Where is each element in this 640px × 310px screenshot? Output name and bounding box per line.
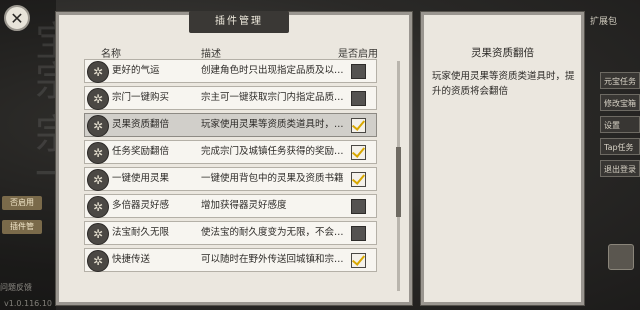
plugin-desc: 增加获得器灵好感度 [201,200,287,211]
plugin-name: 一键使用灵果 [112,173,170,184]
plugin-list: ✲ 更好的气运 创建角色时只出现指定品质及以上… ✲ 宗门一键购买 宗主可一键获… [84,59,377,275]
gear-icon: ✲ [87,223,109,245]
plugin-row[interactable]: ✲ 快捷传送 可以随时在野外传送回城镇和宗… [84,248,377,272]
plugin-desc: 一键使用背包中的灵果及资质书籍 [201,173,344,184]
plugin-manager-panel: 插件管理 名称 描述 是否启用 ✲ 更好的气运 创建角色时只出现指定品质及以上…… [56,11,412,305]
plugin-name: 任务奖励翻倍 [112,146,170,157]
plugin-desc: 创建角色时只出现指定品质及以上… [201,65,351,76]
gear-icon: ✲ [87,169,109,191]
close-icon: ✕ [10,8,24,28]
enable-checkbox[interactable] [351,253,366,268]
right-menu-item[interactable]: 修改宝箱 [600,94,640,111]
enable-checkbox[interactable] [351,64,366,79]
background-tag-enabled: 否启用 [2,196,42,210]
plugin-row[interactable]: ✲ 法宝耐久无限 使法宝的耐久度变为无限，不会… [84,221,377,245]
column-header-name: 名称 [101,49,121,60]
plugin-desc: 宗主可一键获取宗门内指定品质… [201,92,344,103]
background-tag-plugin: 插件管 [2,220,42,234]
detail-description: 玩家使用灵果等资质类道具时，提升的资质将会翻倍 [432,71,575,97]
plugin-row[interactable]: ✲ 更好的气运 创建角色时只出现指定品质及以上… [84,59,377,83]
gear-icon: ✲ [87,88,109,110]
column-header-desc: 描述 [201,49,221,60]
right-menu-item[interactable]: 退出登录 [600,160,640,177]
enable-checkbox[interactable] [351,91,366,106]
panel-title: 插件管理 [189,11,289,33]
right-menu-item[interactable]: 设置 [600,116,640,133]
column-header-enabled: 是否启用 [338,49,378,60]
gear-icon: ✲ [87,61,109,83]
plugin-row[interactable]: ✲ 灵果资质翻倍 玩家使用灵果等资质类道具时，… [84,113,377,137]
plugin-desc: 完成宗门及城镇任务获得的奖励… [201,146,344,157]
enable-checkbox[interactable] [351,118,366,133]
plugin-name: 更好的气运 [112,65,160,76]
enable-checkbox[interactable] [351,172,366,187]
plugin-desc: 玩家使用灵果等资质类道具时，… [201,119,344,130]
gear-icon: ✲ [87,115,109,137]
plugin-name: 多倍器灵好感 [112,200,170,211]
plugin-desc: 可以随时在野外传送回城镇和宗… [201,254,344,265]
plugin-name: 快捷传送 [112,254,151,265]
detail-title: 灵果资质翻倍 [471,47,534,59]
feedback-label[interactable]: 问题反馈 [0,282,50,294]
plugin-row[interactable]: ✲ 任务奖励翻倍 完成宗门及城镇任务获得的奖励… [84,140,377,164]
right-menu-item[interactable]: Tap任务 [600,138,640,155]
plugin-name: 法宝耐久无限 [112,227,170,238]
plugin-row[interactable]: ✲ 一键使用灵果 一键使用背包中的灵果及资质书籍 [84,167,377,191]
expansion-pack-label[interactable]: 扩展包 [590,14,617,27]
gear-icon: ✲ [87,250,109,272]
plugin-row[interactable]: ✲ 多倍器灵好感 增加获得器灵好感度 [84,194,377,218]
plugin-desc: 使法宝的耐久度变为无限，不会… [201,227,344,238]
version-label: v1.0.116.10 [4,299,52,308]
plugin-name: 宗门一键购买 [112,92,170,103]
enable-checkbox[interactable] [351,145,366,160]
plugin-detail-panel: 灵果资质翻倍 玩家使用灵果等资质类道具时，提升的资质将会翻倍 [421,12,584,305]
plugin-row[interactable]: ✲ 宗门一键购买 宗主可一键获取宗门内指定品质… [84,86,377,110]
right-menu-item[interactable]: 元宝任务 [600,72,640,89]
right-action-button[interactable] [608,244,634,270]
scrollbar[interactable] [396,61,401,291]
close-button[interactable]: ✕ [4,5,30,31]
enable-checkbox[interactable] [351,199,366,214]
gear-icon: ✲ [87,142,109,164]
enable-checkbox[interactable] [351,226,366,241]
plugin-name: 灵果资质翻倍 [112,119,170,130]
scrollbar-thumb[interactable] [396,147,401,217]
gear-icon: ✲ [87,196,109,218]
